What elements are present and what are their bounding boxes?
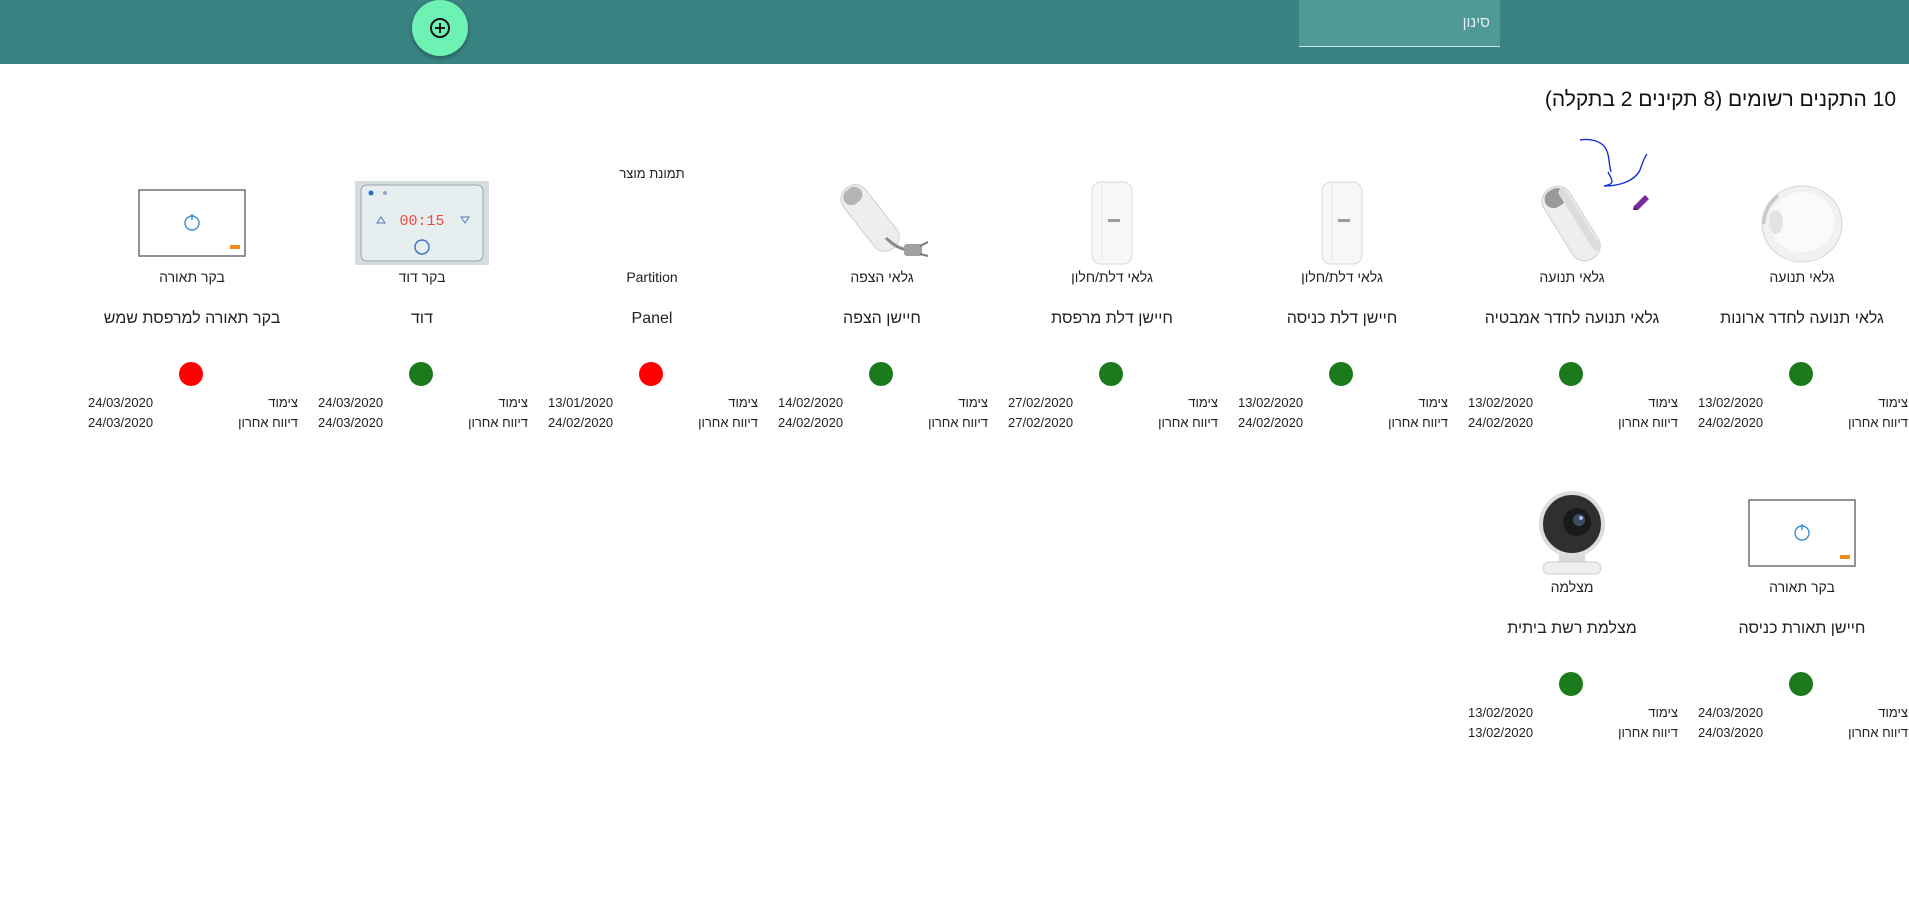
status-indicator <box>1559 362 1583 386</box>
last-report-date: 24/03/2020 <box>88 415 154 430</box>
status-indicator <box>869 362 893 386</box>
device-card[interactable]: גלאי תנועה גלאי תנועה לחדר אמבטיה צימוד 13/… <box>1462 180 1682 450</box>
status-indicator <box>409 362 433 386</box>
paired-label: צימוד <box>498 395 528 410</box>
paired-label: צימוד <box>1878 705 1908 720</box>
paired-label: צימוד <box>1648 395 1678 410</box>
add-circle-icon <box>430 18 450 38</box>
device-image: תמונת מוצר <box>542 166 762 266</box>
last-report-date: 24/02/2020 <box>1238 415 1304 430</box>
device-card[interactable]: מצלמה מצלמת רשת ביתית צימוד 13/02/2020 דיווח… <box>1462 490 1682 760</box>
last-report-label: דיווח אחרון <box>1388 415 1448 430</box>
paired-label: צימוד <box>268 395 298 410</box>
last-report-label: דיווח אחרון <box>1848 725 1908 740</box>
paired-label: צימוד <box>958 395 988 410</box>
status-indicator <box>1789 362 1813 386</box>
scribble-mark <box>1579 138 1648 187</box>
device-card[interactable]: גלאי הצפה חיישן הצפה צימוד 14/02/2020 דיווח … <box>772 180 992 450</box>
device-card[interactable]: גלאי תנועה גלאי תנועה לחדר ארונות צימוד 13/… <box>1692 180 1909 450</box>
device-image <box>1462 490 1682 576</box>
device-name: גלאי תנועה לחדר ארונות <box>1720 310 1884 327</box>
device-card[interactable]: 00:15 בקר דוד דוד צימוד 24/03/2020 דיווח אחרו… <box>312 180 532 450</box>
paired-label: צימוד <box>728 395 758 410</box>
device-card[interactable]: תמונת מוצר Partition Panel צימוד 13/01/2020 ד… <box>542 166 762 450</box>
device-image <box>1692 180 1909 266</box>
last-report-label: דיווח אחרון <box>468 415 528 430</box>
device-card[interactable]: בקר תאורה בקר תאורה למרפסת שמש צימוד 24/03/… <box>82 180 302 450</box>
last-report-date: 24/02/2020 <box>548 415 614 430</box>
status-indicator <box>1099 362 1123 386</box>
edit-icon[interactable] <box>1630 193 1654 213</box>
device-type: בקר תאורה <box>1769 579 1835 595</box>
device-type: Partition <box>626 269 678 285</box>
device-name: חיישן הצפה <box>843 310 921 327</box>
device-name: Panel <box>631 310 673 327</box>
device-name: גלאי תנועה לחדר אמבטיה <box>1484 310 1660 327</box>
paired-label: צימוד <box>1188 395 1218 410</box>
device-type: בקר דוד <box>398 269 446 285</box>
device-image <box>82 180 302 266</box>
device-type: גלאי תנועה <box>1769 269 1835 285</box>
device-image <box>1692 490 1909 576</box>
status-indicator <box>639 362 663 386</box>
status-indicator <box>1559 672 1583 696</box>
filter-field[interactable] <box>1299 0 1500 47</box>
last-report-label: דיווח אחרון <box>1158 415 1218 430</box>
device-type: מצלמה <box>1550 579 1594 595</box>
top-app-bar <box>0 0 1909 64</box>
paired-label: צימוד <box>1648 705 1678 720</box>
last-report-label: דיווח אחרון <box>1618 725 1678 740</box>
last-report-label: דיווח אחרון <box>928 415 988 430</box>
last-report-date: 27/02/2020 <box>1008 415 1074 430</box>
paired-date: 13/02/2020 <box>1238 395 1304 410</box>
device-name: מצלמת רשת ביתית <box>1507 620 1637 637</box>
paired-date: 13/02/2020 <box>1468 705 1534 720</box>
device-image: 00:15 <box>312 180 532 266</box>
device-name: דוד <box>411 310 433 327</box>
device-type: בקר תאורה <box>159 269 225 285</box>
add-device-button[interactable] <box>412 0 468 56</box>
last-report-date: 13/02/2020 <box>1468 725 1534 740</box>
paired-date: 24/03/2020 <box>88 395 154 410</box>
device-name: חיישן תאורת כניסה <box>1738 620 1866 637</box>
last-report-date: 24/03/2020 <box>318 415 384 430</box>
svg-text:00:15: 00:15 <box>399 213 444 230</box>
paired-label: צימוד <box>1878 395 1908 410</box>
device-type: גלאי תנועה <box>1539 269 1605 285</box>
last-report-label: דיווח אחרון <box>1848 415 1908 430</box>
paired-date: 14/02/2020 <box>778 395 844 410</box>
last-report-label: דיווח אחרון <box>1618 415 1678 430</box>
paired-label: צימוד <box>1418 395 1448 410</box>
device-type: גלאי הצפה <box>850 269 914 285</box>
last-report-date: 24/02/2020 <box>778 415 844 430</box>
device-card[interactable]: גלאי דלת/חלון חיישן דלת מרפסת צימוד 27/02/2… <box>1002 180 1222 450</box>
status-indicator <box>179 362 203 386</box>
filter-input[interactable] <box>1299 0 1500 44</box>
device-image <box>772 180 992 266</box>
last-report-date: 24/02/2020 <box>1698 415 1764 430</box>
last-report-date: 24/02/2020 <box>1468 415 1534 430</box>
last-report-label: דיווח אחרון <box>238 415 298 430</box>
device-name: חיישן דלת מרפסת <box>1051 310 1173 327</box>
device-image <box>1002 180 1222 266</box>
last-report-label: דיווח אחרון <box>698 415 758 430</box>
paired-date: 13/02/2020 <box>1468 395 1534 410</box>
device-type: גלאי דלת/חלון <box>1301 269 1383 285</box>
devices-summary: 10 התקנים רשומים (8 תקינים 2 בתקלה) <box>1544 88 1896 111</box>
device-card[interactable]: בקר תאורה חיישן תאורת כניסה צימוד 24/03/202… <box>1692 490 1909 760</box>
status-indicator <box>1329 362 1353 386</box>
device-image <box>1232 180 1452 266</box>
device-name: בקר תאורה למרפסת שמש <box>103 310 281 327</box>
paired-date: 13/01/2020 <box>548 395 614 410</box>
device-name: חיישן דלת כניסה <box>1286 310 1398 327</box>
last-report-date: 24/03/2020 <box>1698 725 1764 740</box>
device-card[interactable]: גלאי דלת/חלון חיישן דלת כניסה צימוד 13/02/2… <box>1232 180 1452 450</box>
broken-image-icon: תמונת מוצר <box>619 166 685 181</box>
paired-date: 13/02/2020 <box>1698 395 1764 410</box>
status-indicator <box>1789 672 1813 696</box>
paired-date: 27/02/2020 <box>1008 395 1074 410</box>
paired-date: 24/03/2020 <box>318 395 384 410</box>
paired-date: 24/03/2020 <box>1698 705 1764 720</box>
device-type: גלאי דלת/חלון <box>1071 269 1153 285</box>
